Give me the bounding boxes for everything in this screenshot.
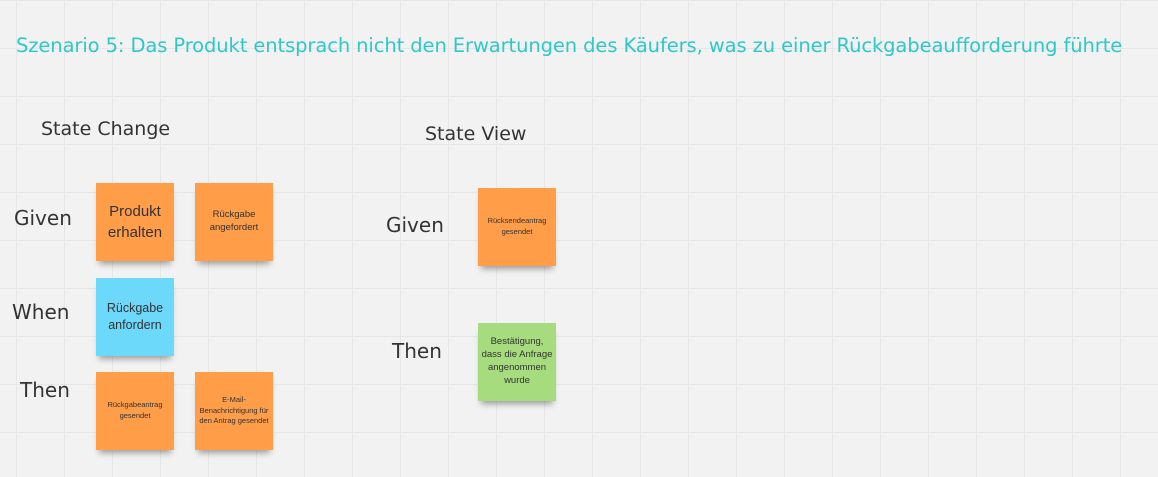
whiteboard-canvas[interactable]: Szenario 5: Das Produkt entsprach nicht … [0, 0, 1158, 477]
state-view-given-label: Given [386, 213, 444, 237]
sticky-note-text: Rückgabe anfordern [106, 301, 164, 332]
sticky-note-rueckgabe-anfordern[interactable]: Rückgabe anfordern [96, 278, 174, 356]
sticky-note-email-benachrichtigung[interactable]: E-Mail-Benachrichtigung für den Antrag g… [195, 372, 273, 450]
state-view-heading: State View [425, 123, 527, 145]
sticky-note-text: Bestätigung, dass die Anfrage angenommen… [481, 336, 553, 386]
sticky-note-produkt-erhalten[interactable]: Produkt erhalten [96, 183, 174, 261]
state-change-given-label: Given [14, 206, 72, 230]
sticky-note-text: E-Mail-Benachrichtigung für den Antrag g… [199, 394, 269, 426]
sticky-note-rueckgabe-angefordert[interactable]: Rückgabe angefordert [195, 183, 273, 261]
state-view-then-label: Then [392, 339, 442, 363]
state-change-when-label: When [12, 300, 70, 324]
state-change-heading: State Change [41, 118, 171, 140]
sticky-note-text: Rückgabe angefordert [209, 209, 259, 233]
sticky-note-text: Rückgabeantrag gesendet [107, 400, 163, 420]
sticky-note-text: Produkt erhalten [107, 203, 163, 241]
sticky-note-bestaetigung[interactable]: Bestätigung, dass die Anfrage angenommen… [478, 323, 556, 401]
sticky-note-text: Rücksendeantrag gesendet [487, 216, 547, 236]
scenario-title: Szenario 5: Das Produkt entsprach nicht … [16, 34, 1123, 57]
sticky-note-ruecksendeantrag-gesendet[interactable]: Rücksendeantrag gesendet [478, 188, 556, 266]
state-change-then-label: Then [20, 378, 70, 402]
sticky-note-rueckgabeantrag-gesendet[interactable]: Rückgabeantrag gesendet [96, 372, 174, 450]
